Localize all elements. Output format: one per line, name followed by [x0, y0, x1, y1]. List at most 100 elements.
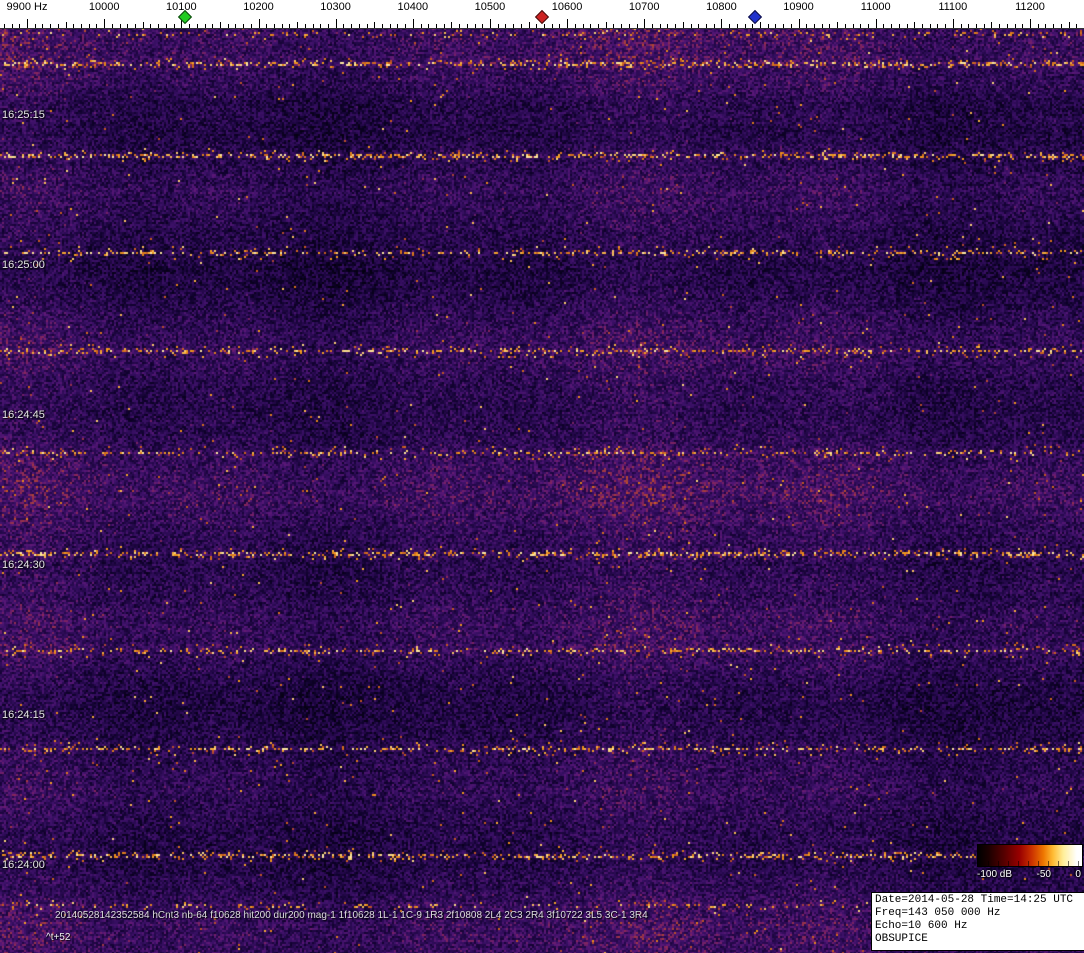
ruler-tick [721, 19, 723, 28]
ruler-tick [543, 24, 545, 28]
spectrogram-canvas[interactable] [0, 28, 1084, 953]
ruler-label: 10400 [397, 1, 429, 13]
ruler-tick [435, 24, 437, 28]
ruler-tick [1053, 24, 1055, 28]
ruler-tick [289, 24, 291, 28]
ruler-tick [281, 24, 283, 28]
ruler-tick [976, 24, 977, 28]
ruler-tick [397, 24, 399, 28]
ruler-tick [1006, 24, 1008, 28]
ruler-label: 10100 [166, 1, 197, 13]
ruler-tick [343, 24, 345, 28]
ruler-label: 11000 [860, 1, 891, 13]
ruler-tick [212, 24, 214, 28]
ruler-tick [698, 24, 700, 28]
ruler-tick [420, 24, 422, 28]
cursor-readout: ^t+52 [46, 932, 71, 943]
ruler-tick [621, 24, 623, 28]
ruler-tick [88, 24, 90, 28]
ruler-tick [1068, 22, 1070, 28]
ruler-tick [127, 24, 129, 28]
ruler-tick [358, 24, 360, 28]
ruler-tick [559, 24, 561, 28]
ruler-tick [497, 24, 499, 28]
ruler-tick [636, 24, 638, 28]
ruler-tick [258, 19, 260, 28]
ruler-tick [906, 24, 908, 28]
ruler-tick [883, 24, 885, 28]
ruler-tick [574, 24, 576, 28]
ruler-tick [1076, 24, 1078, 28]
ruler-tick [852, 24, 854, 28]
ruler-tick [613, 24, 615, 28]
ruler-label: 10300 [320, 1, 351, 13]
ruler-tick [27, 19, 28, 28]
ruler-tick [651, 24, 653, 28]
ruler-tick [605, 22, 607, 28]
db-color-legend: -100 dB -50 0 [977, 844, 1083, 880]
ruler-tick [1037, 24, 1039, 28]
ruler-tick [775, 24, 777, 28]
ruler-tick [196, 24, 198, 28]
ruler-tick [744, 24, 746, 28]
ruler-tick [945, 24, 947, 28]
ruler-tick [389, 24, 391, 28]
colorbar-gradient [977, 844, 1083, 867]
ruler-tick [875, 19, 877, 28]
legend-min-label: -100 dB [977, 869, 1013, 880]
ruler-label: 10900 [783, 1, 814, 13]
ruler-tick [366, 24, 368, 28]
frequency-ruler[interactable]: 9900 Hz 10000 10100 10200 10300 10400 10500 106… [0, 0, 1084, 29]
ruler-tick [898, 24, 900, 28]
ruler-label: 11100 [938, 1, 968, 13]
ruler-tick [814, 24, 815, 28]
ruler-tick [520, 24, 522, 28]
ruler-tick [57, 24, 59, 28]
ruler-label: 10000 [88, 1, 120, 13]
ruler-tick [891, 24, 893, 28]
legend-mid-label: -50 [1036, 869, 1051, 880]
ruler-tick [929, 24, 931, 28]
ruler-tick [111, 24, 113, 28]
ruler-tick [798, 19, 800, 28]
ruler-tick [991, 22, 993, 28]
ruler-label: 9900 Hz [6, 1, 48, 13]
ruler-tick [243, 24, 244, 28]
ruler-tick [273, 24, 275, 28]
ruler-tick [165, 24, 167, 28]
ruler-tick [868, 24, 869, 28]
ruler-tick [1022, 24, 1024, 28]
ruler-tick [443, 24, 445, 28]
ruler-tick [713, 24, 715, 28]
ruler-tick [104, 19, 106, 28]
ruler-tick [528, 22, 530, 28]
ruler-tick [767, 24, 769, 28]
ruler-tick [513, 24, 515, 28]
ruler-tick [65, 22, 67, 28]
ruler-tick [351, 24, 352, 28]
ruler-tick [250, 24, 252, 28]
ruler-tick [227, 24, 229, 28]
info-station: OBSUPICE [875, 933, 928, 945]
ruler-tick [968, 24, 970, 28]
ruler-tick [50, 24, 52, 28]
ruler-tick [19, 24, 21, 28]
ruler-tick [219, 22, 221, 28]
ruler-tick [119, 24, 121, 28]
marker-red-diamond-icon[interactable] [535, 9, 550, 25]
status-info-box: Date=2014-05-28 Time=14:25 UTC Freq=143 … [871, 892, 1084, 951]
ruler-tick [752, 24, 754, 28]
ruler-tick [536, 24, 538, 28]
ruler-tick [567, 19, 569, 28]
ruler-tick [150, 24, 152, 28]
ruler-tick [706, 24, 707, 28]
detection-log-text: 20140528142352584 hCnt3 nb-64 f10628 hit… [55, 910, 648, 921]
ruler-tick [790, 24, 792, 28]
ruler-tick [474, 24, 476, 28]
ruler-tick [659, 24, 661, 28]
ruler-tick [628, 24, 630, 28]
ruler-tick [806, 24, 808, 28]
ruler-tick [428, 24, 430, 28]
ruler-tick [320, 24, 322, 28]
info-echo: Echo=10 600 Hz [875, 920, 968, 932]
